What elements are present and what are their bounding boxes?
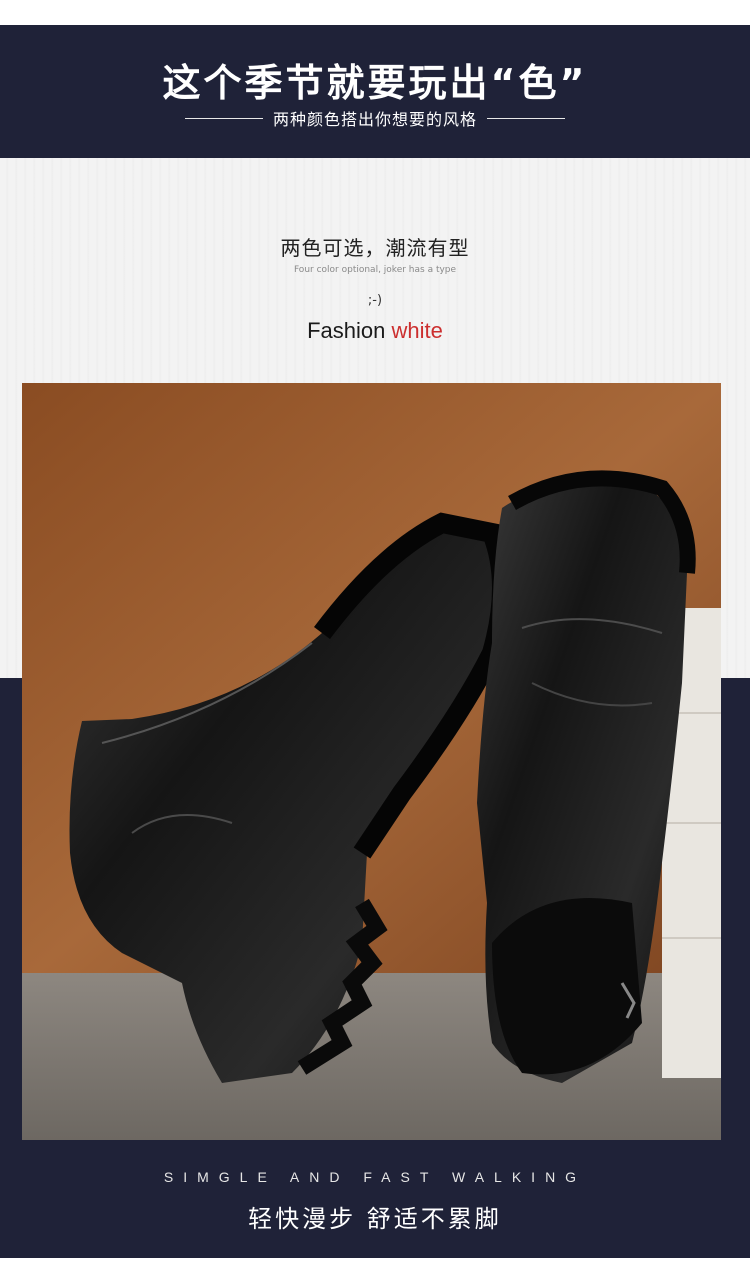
- smiley-text: ;-): [367, 293, 383, 308]
- color-label-prefix: Fashion: [307, 318, 386, 343]
- divider-right: [487, 117, 565, 119]
- color-label: Fashion white: [0, 318, 750, 344]
- color-label-accent: white: [391, 318, 443, 343]
- tagline-chinese: 轻快漫步 舒适不累脚: [248, 1205, 502, 1233]
- banner-title: 这个季节就要玩出“色”: [162, 61, 588, 105]
- options-subtitle: Four color optional, joker has a type: [293, 265, 457, 275]
- tagline-english: SIMGLE AND FAST WALKING: [163, 1169, 587, 1185]
- banner-subtitle: 两种颜色搭出你想要的风格: [272, 110, 477, 129]
- banner-subtitle-row: 两种颜色搭出你想要的风格: [0, 106, 750, 130]
- divider-left: [184, 117, 263, 119]
- options-title: 两色可选，潮流有型: [280, 236, 470, 260]
- product-photo: [22, 383, 721, 1140]
